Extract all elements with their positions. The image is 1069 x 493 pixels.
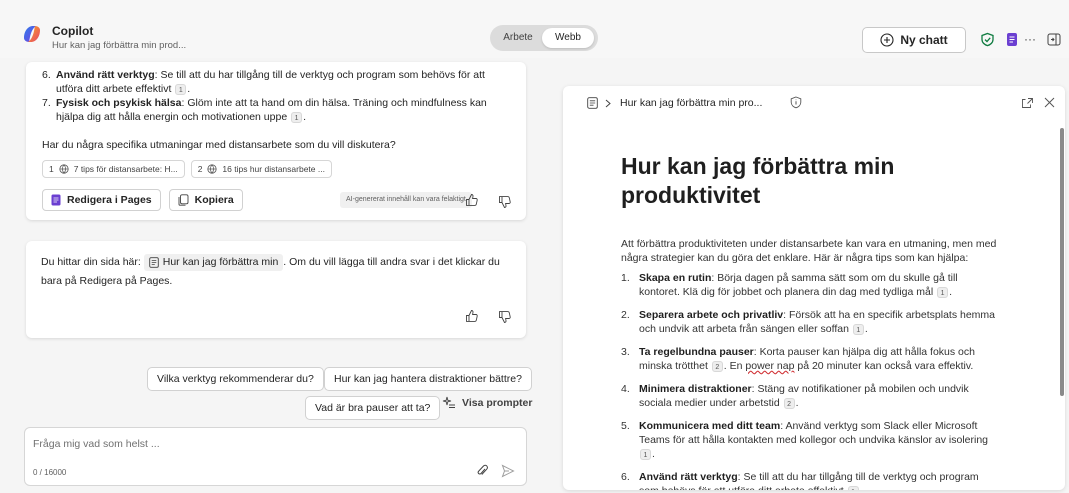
panel-toolbar: Hur kan jag förbättra min pro... — [563, 86, 1065, 120]
page-title: Hur kan jag förbättra min produktivitet — [621, 153, 895, 208]
list-item: 1. Skapa en rutin: Börja dagen på samma s… — [621, 272, 958, 298]
panel-breadcrumb[interactable]: Hur kan jag förbättra min pro... — [620, 97, 762, 109]
list-item: 7. Fysisk och psykisk hälsa: Glöm inte at… — [42, 97, 487, 123]
citation-badge[interactable]: 1 — [937, 286, 949, 298]
chevron-right-icon — [605, 99, 611, 108]
citation-badge[interactable]: 1 — [640, 448, 651, 460]
citation-badge[interactable]: 1 — [852, 323, 864, 335]
assistant-page-card: Du hittar din sida här: Hur kan jag förb… — [26, 241, 526, 338]
reference-link[interactable]: 1 7 tips för distansarbete: H... — [42, 160, 185, 178]
panel-scrollbar[interactable] — [1060, 128, 1064, 396]
plus-circle-icon — [880, 33, 894, 47]
list-item: 2. Separera arbete och privatliv: Försök … — [621, 309, 996, 335]
new-chat-button[interactable]: Ny chatt — [862, 27, 966, 53]
list-item: 6. Använd rätt verktyg: Se till att du ha… — [42, 69, 485, 95]
page-icon — [587, 97, 598, 109]
close-icon[interactable] — [1044, 97, 1055, 108]
sparkle-prompts-icon — [442, 396, 455, 408]
mode-work-tab[interactable]: Arbete — [494, 28, 542, 48]
chat-input[interactable] — [33, 436, 513, 452]
pages-preview-panel: Hur kan jag förbättra min pro... Hur kan… — [563, 86, 1065, 490]
thumbs-down-icon[interactable] — [498, 195, 512, 209]
mode-web-tab[interactable]: Webb — [542, 28, 594, 48]
attach-icon[interactable] — [476, 464, 488, 478]
shield-info-icon[interactable] — [790, 96, 802, 109]
suggestion-chip[interactable]: Vad är bra pauser att ta? — [305, 396, 441, 420]
reference-list: 1 7 tips för distansarbete: H... 2 16 ti… — [42, 160, 332, 178]
page-icon — [148, 256, 159, 268]
app-name: Copilot — [52, 24, 94, 38]
tips-list-continued: 6. Använd rätt verktyg: Se till att du ha… — [42, 68, 512, 124]
copy-button[interactable]: Kopiera — [168, 189, 243, 211]
character-counter: 0 / 16000 — [33, 468, 67, 477]
chat-input-box: 0 / 16000 — [24, 427, 527, 486]
list-item: 6. Använd rätt verktyg: Se till att du ha… — [621, 470, 1001, 490]
page-tips-list: 1. Skapa en rutin: Börja dagen på samma s… — [621, 271, 1001, 490]
list-item: 5. Kommunicera med ditt team: Använd verk… — [621, 420, 989, 460]
citation-badge[interactable]: 1 — [175, 83, 187, 95]
thumbs-up-icon[interactable] — [465, 309, 479, 323]
more-options-icon[interactable]: ··· — [1019, 31, 1041, 47]
suggestion-chip[interactable]: Vilka verktyg rekommenderar du? — [147, 367, 324, 391]
reference-link[interactable]: 2 16 tips hur distansarbete ... — [190, 160, 332, 178]
edit-in-pages-button[interactable]: Redigera i Pages — [42, 189, 161, 211]
page-link-chip[interactable]: Hur kan jag förbättra min — [143, 253, 284, 271]
copy-icon — [178, 194, 189, 206]
copilot-logo-icon — [24, 26, 40, 42]
new-chat-label: Ny chatt — [900, 33, 948, 47]
mode-switch: Arbete Webb — [490, 25, 598, 51]
shield-check-icon[interactable] — [979, 31, 995, 47]
ai-disclaimer: AI-genererat innehåll kan vara felaktigt — [340, 192, 472, 208]
pages-icon[interactable] — [1004, 31, 1020, 47]
globe-icon — [207, 164, 218, 174]
list-item: 4. Minimera distraktioner: Stäng av notif… — [621, 383, 969, 409]
response-actions: Redigera i Pages Kopiera — [42, 189, 243, 211]
pages-icon — [51, 194, 61, 206]
side-panel-toggle-icon[interactable] — [1046, 31, 1062, 47]
suggestion-chip[interactable]: Hur kan jag hantera distraktioner bättre… — [324, 367, 532, 391]
citation-badge[interactable]: 2 — [711, 360, 723, 372]
page-location-message: Du hittar din sida här: Hur kan jag förb… — [41, 253, 500, 287]
citation-badge[interactable]: 1 — [291, 111, 303, 123]
globe-icon — [59, 164, 69, 174]
show-prompts-button[interactable]: Visa prompter — [442, 396, 532, 410]
conversation-subtitle: Hur kan jag förbättra min prod... — [52, 40, 187, 51]
thumbs-down-icon[interactable] — [498, 310, 512, 324]
thumbs-up-icon[interactable] — [465, 193, 479, 207]
list-item: 3. Ta regelbundna pauser: Korta pauser ka… — [621, 346, 975, 372]
open-external-icon[interactable] — [1021, 97, 1034, 109]
page-intro: Att förbättra produktiviteten under dist… — [621, 238, 997, 264]
assistant-response-card: 6. Använd rätt verktyg: Se till att du ha… — [26, 62, 526, 220]
send-icon[interactable] — [501, 464, 515, 478]
follow-up-question: Har du några specifika utmaningar med di… — [42, 139, 396, 151]
citation-badge[interactable]: 2 — [783, 397, 795, 409]
citation-badge[interactable]: 1 — [847, 485, 859, 490]
app-header: Copilot Hur kan jag förbättra min prod..… — [0, 0, 1069, 58]
